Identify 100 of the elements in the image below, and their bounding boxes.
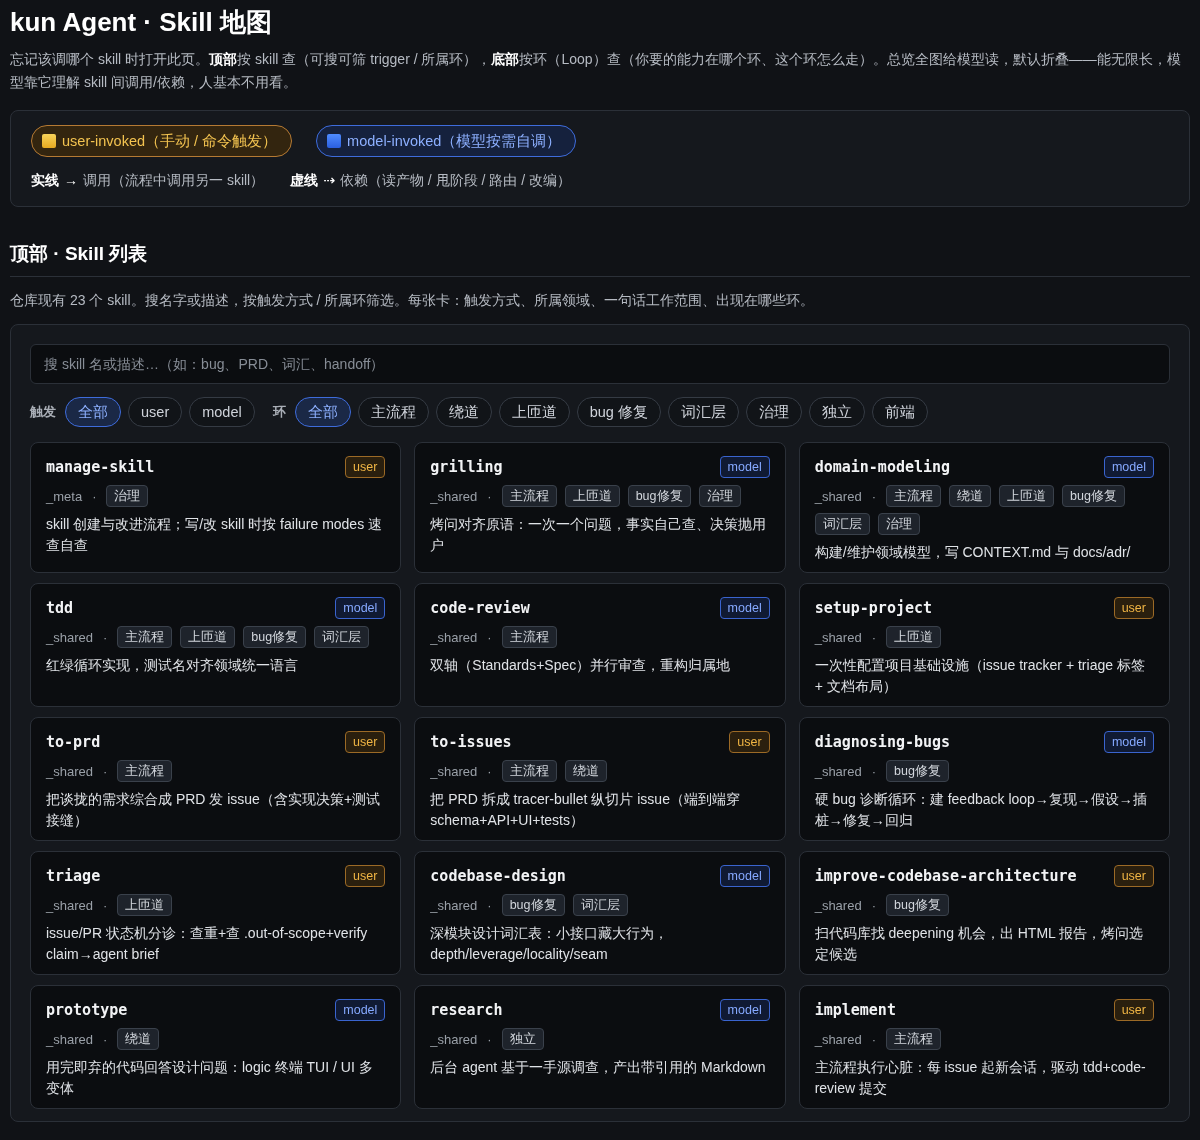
filter-chip[interactable]: 独立 [808,397,865,427]
loop-tag: 绕道 [564,760,607,782]
filter-chip[interactable]: model [189,397,255,427]
skill-description: 深模块设计词汇表：小接口藏大行为，depth/leverage/locality/seam [430,924,670,964]
filter-chip[interactable]: 全部 [65,397,121,427]
loop-tag: bug修复 [501,894,565,916]
skill-description: 把谈拢的需求综合成 PRD 发 issue（含实现决策+测试接缝） [46,790,382,830]
skill-name: tdd [46,598,74,619]
legend-pill-label: model-invoked（模型按需自调） [347,131,562,151]
loop-tag: 主流程 [886,1028,941,1050]
filter-chip[interactable]: 前端 [871,397,928,427]
legend-line: 虚线 ⇢ 依赖（读产物 / 甩阶段 / 路由 / 改编） [290,171,571,190]
loop-tag: 绕道 [949,485,991,507]
loop-tag: 主流程 [886,485,941,507]
filter-label: 环 [272,403,286,421]
skill-name: triage [46,866,101,887]
skill-name: code-review [430,598,530,619]
loop-tag: 独立 [501,1028,544,1050]
skill-description: 用完即弃的代码回答设计问题：logic 终端 TUI / UI 多变体 [46,1058,374,1098]
domain-label: _shared [814,763,862,779]
loop-tag: 词汇层 [814,513,870,535]
skill-description: 主流程执行心脏：每 issue 起新会话，驱动 tdd+code-review 提交 [814,1058,1147,1098]
loop-tag: bug修复 [886,894,949,916]
filter-chip[interactable]: 主流程 [357,397,429,427]
loop-tag: bug修复 [243,626,307,648]
trigger-badge: user [1113,999,1154,1021]
skill-description: 双轴（Standards+Spec）并行审查，重构归属地 [430,656,732,675]
loop-tag: 主流程 [501,626,557,648]
separator-dot: · [871,1031,876,1047]
skill-description: skill 创建与改进流程；写/改 skill 时按 failure modes 速查自查 [46,515,384,555]
domain-label: _shared [46,1031,93,1047]
loop-tag: 治理 [698,485,741,507]
trigger-badge: user [345,456,386,478]
skill-description: 把 PRD 拆成 tracer-bullet 纵切片 issue（端到端穿 schema+API+UI+tests） [430,790,741,830]
intro-paragraph: 忘记该调哪个 skill 时打开此页。顶部按 skill 查（可搜可筛 trigger / 所属环），底部按环（Loop）查（你要的能力在哪个环、这个环怎么走）。总览全图给模型读，默认折叠——能无限长，模型靠它理解 skill 间调用/依赖，人基本不用看。 [10,50,1182,92]
separator-dot: · [487,629,492,645]
domain-label: _shared [814,1031,862,1047]
page-title: kun Agent · Skill 地图 [10,6,272,38]
trigger-badge: user [345,865,386,887]
skill-description: 硬 bug 诊断循环：建 feedback loop→复现→假设→插桩→修复→回归 [814,790,1148,830]
search-field[interactable]: 搜 skill 名或描述…（如：bug、PRD、词汇、handoff） [30,344,1170,384]
filter-chip[interactable]: 上匝道 [498,397,570,427]
trigger-badge: user [1113,597,1154,619]
trigger-badge: model [335,999,386,1021]
domain-label: _shared [430,763,478,779]
loop-tag: 绕道 [117,1028,160,1050]
loop-tag: bug修复 [627,485,691,507]
loop-tag: 主流程 [117,626,173,648]
trigger-badge: model [719,456,770,478]
skill-name: manage-skill [46,457,155,478]
separator-dot: · [871,629,876,645]
loop-tag: 主流程 [117,760,173,782]
domain-label: _shared [814,897,862,913]
separator-dot: · [487,488,492,504]
skill-name: prototype [46,1000,128,1021]
skill-description: 后台 agent 基于一手源调查，产出带引用的 Markdown [430,1058,767,1077]
separator-dot: · [103,629,108,645]
skill-name: research [430,1000,503,1021]
legend-line: 实线 → 调用（流程中调用另一 skill） [31,171,265,190]
filter-chip[interactable]: 词汇层 [667,397,739,427]
loop-tag: 上匝道 [999,485,1054,507]
filter-chip[interactable]: 绕道 [435,397,492,427]
domain-label: _meta [46,488,83,504]
loop-tag: 主流程 [501,760,557,782]
separator-dot: · [487,763,492,779]
loop-tag: 上匝道 [117,894,173,916]
loop-tag: 上匝道 [564,485,620,507]
domain-label: _shared [430,488,478,504]
trigger-badge: model [719,999,770,1021]
section-subtitle: 仓库现有 23 个 skill。搜名字或描述，按触发方式 / 所属环筛选。每张卡：触发方式、所属领域、一句话工作范围、出现在哪些环。 [10,291,816,310]
loop-tag: 上匝道 [180,626,236,648]
skill-name: codebase-design [430,866,566,887]
domain-label: _shared [430,1031,478,1047]
trigger-badge: model [719,597,770,619]
filter-chip[interactable]: 治理 [745,397,802,427]
trigger-badge: user [345,731,386,753]
loop-tag: 上匝道 [886,626,941,648]
filter-label: 触发 [30,403,56,421]
filter-chip[interactable]: bug 修复 [576,397,661,427]
trigger-badge: model [335,597,386,619]
skill-description: 红绿循环实现，测试名对齐领域统一语言 [46,656,299,675]
domain-label: _shared [814,629,862,645]
square-icon [327,134,342,148]
skill-name: to-issues [430,732,512,753]
skill-name: implement [814,1000,896,1021]
skill-description: 构建/维护领域模型，写 CONTEXT.md 与 docs/adr/ [814,543,1132,562]
skill-name: to-prd [46,732,101,753]
filter-chip[interactable]: 全部 [294,397,351,427]
skill-name: domain-modeling [814,457,951,478]
trigger-badge: model [719,865,770,887]
trigger-badge: user [1113,865,1154,887]
separator-dot: · [487,897,492,913]
trigger-badge: user [729,731,770,753]
skill-description: issue/PR 状态机分诊：查重+查 .out-of-scope+verify claim→agent brief [46,924,369,964]
domain-label: _shared [430,629,478,645]
loop-tag: 词汇层 [314,626,370,648]
separator-dot: · [103,763,108,779]
filter-chip[interactable]: user [128,397,183,427]
separator-dot: · [871,897,876,913]
domain-label: _shared [46,763,93,779]
